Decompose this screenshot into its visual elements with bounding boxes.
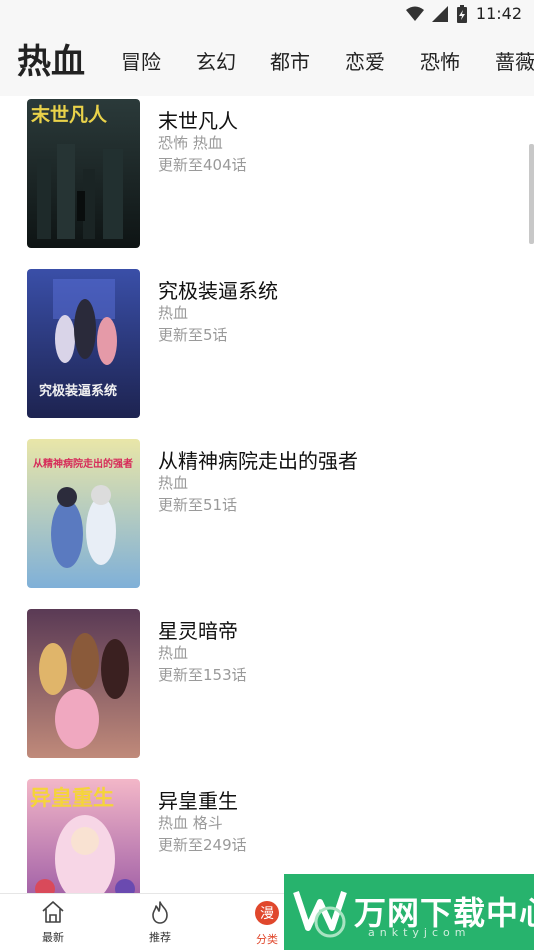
comic-cover[interactable]: 末世凡人 xyxy=(27,99,140,248)
manga-badge-icon: 漫 xyxy=(255,901,279,925)
tab-dushi[interactable]: 都市 xyxy=(270,28,310,96)
svg-text:末世凡人: 末世凡人 xyxy=(31,103,108,126)
nav-latest[interactable]: 最新 xyxy=(13,900,93,945)
comic-genre: 恐怖 热血 xyxy=(158,134,223,152)
comic-title: 星灵暗帝 xyxy=(158,619,238,643)
status-bar: 11:42 xyxy=(0,0,534,28)
tab-kongbu[interactable]: 恐怖 xyxy=(420,28,460,96)
comic-item[interactable]: 从精神病院走出的强者 从精神病院走出的强者 热血 更新至51话 xyxy=(0,436,534,606)
svg-text:漫: 漫 xyxy=(260,906,274,922)
comic-item[interactable]: 末世凡人 末世凡人 恐怖 热血 更新至404话 xyxy=(0,96,534,266)
comic-title: 从精神病院走出的强者 xyxy=(158,449,358,473)
svg-text:究极装逼系统: 究极装逼系统 xyxy=(39,383,117,399)
comic-title: 究极装逼系统 xyxy=(158,279,278,303)
tab-rexue[interactable]: 热血 xyxy=(17,28,85,96)
comic-title: 末世凡人 xyxy=(158,109,238,133)
wifi-icon xyxy=(405,6,424,21)
scrollbar-thumb[interactable] xyxy=(529,144,534,244)
tab-xuanhuan[interactable]: 玄幻 xyxy=(196,28,236,96)
battery-icon xyxy=(456,4,467,23)
category-tabs: 热血 冒险 玄幻 都市 恋爱 恐怖 蔷薇 xyxy=(0,28,534,96)
watermark-logo-icon xyxy=(293,891,347,938)
comic-genre: 热血 xyxy=(158,474,189,492)
comic-title: 异皇重生 xyxy=(158,789,238,813)
nav-recommend[interactable]: 推荐 xyxy=(120,900,200,945)
comic-cover[interactable]: 从精神病院走出的强者 xyxy=(27,439,140,588)
comic-genre: 热血 格斗 xyxy=(158,814,223,832)
comic-update: 更新至5话 xyxy=(158,326,228,344)
svg-text:异皇重生: 异皇重生 xyxy=(30,786,114,810)
watermark-banner: 万网下载中心 anktyjcom xyxy=(284,874,534,950)
comic-cover[interactable]: 异皇重生 xyxy=(27,779,140,893)
comic-genre: 热血 xyxy=(158,644,189,662)
tab-qiangwei[interactable]: 蔷薇 xyxy=(495,28,534,96)
nav-latest-label: 最新 xyxy=(42,931,64,944)
comic-genre: 热血 xyxy=(158,304,189,322)
tab-lianai[interactable]: 恋爱 xyxy=(345,28,385,96)
comic-item[interactable]: 究极装逼系统 究极装逼系统 热血 更新至5话 xyxy=(0,266,534,436)
tab-maoxian[interactable]: 冒险 xyxy=(121,28,161,96)
comic-update: 更新至51话 xyxy=(158,496,238,514)
nav-recommend-label: 推荐 xyxy=(149,931,171,944)
comic-update: 更新至153话 xyxy=(158,666,247,684)
comic-item[interactable]: 星灵暗帝 热血 更新至153话 xyxy=(0,606,534,776)
home-icon xyxy=(42,901,64,923)
comic-cover[interactable]: 究极装逼系统 xyxy=(27,269,140,418)
signal-icon xyxy=(431,5,448,22)
status-time: 11:42 xyxy=(475,4,522,23)
svg-text:从精神病院走出的强者: 从精神病院走出的强者 xyxy=(33,457,133,470)
flame-icon xyxy=(152,901,168,924)
comic-update: 更新至404话 xyxy=(158,156,247,174)
comic-update: 更新至249话 xyxy=(158,836,247,854)
comic-list: 末世凡人 末世凡人 恐怖 热血 更新至404话 究极装逼系统 究极装逼系统 热血… xyxy=(0,96,534,893)
status-icons: 11:42 xyxy=(405,4,522,23)
watermark-url: anktyjcom xyxy=(368,926,471,939)
comic-cover[interactable] xyxy=(27,609,140,758)
